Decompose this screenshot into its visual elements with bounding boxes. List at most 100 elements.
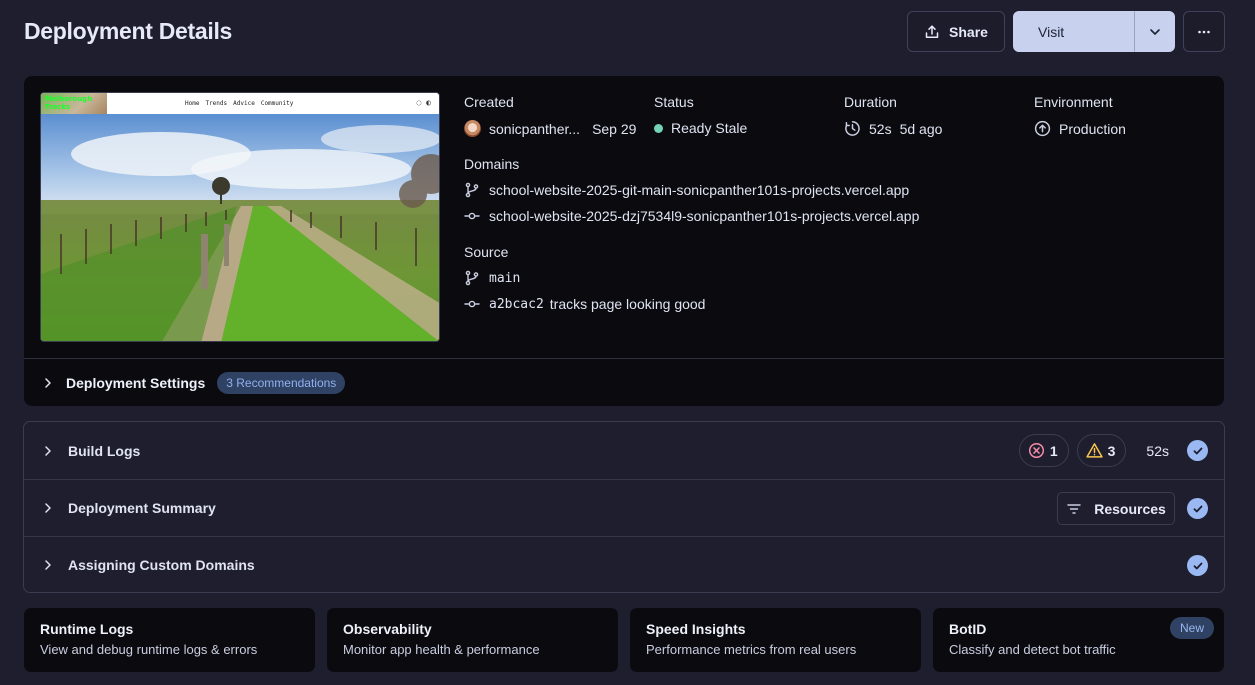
preview-navbar: Melborough Tracks Home Trends Advice Com… bbox=[41, 93, 439, 114]
more-options-button[interactable] bbox=[1183, 11, 1225, 52]
created-date: Sep 29 bbox=[592, 120, 637, 137]
domain-row[interactable]: school-website-2025-git-main-sonicpanthe… bbox=[464, 182, 1164, 198]
settings-title: Deployment Settings bbox=[66, 374, 206, 391]
duration-label: Duration bbox=[844, 94, 897, 110]
created-user[interactable]: sonicpanther... bbox=[489, 121, 580, 137]
card-desc: Performance metrics from real users bbox=[646, 642, 857, 657]
status-text: Ready Stale bbox=[671, 120, 748, 136]
build-logs-stats: 1 3 52s bbox=[1018, 422, 1208, 479]
build-duration: 52s bbox=[1146, 442, 1169, 459]
resources-button[interactable]: Resources bbox=[1057, 492, 1175, 525]
source-branch[interactable]: main bbox=[489, 271, 520, 286]
share-icon bbox=[925, 24, 939, 38]
error-count-badge[interactable]: 1 bbox=[1018, 434, 1069, 467]
assigning-domains-title: Assigning Custom Domains bbox=[68, 557, 255, 573]
share-label: Share bbox=[949, 23, 988, 40]
visit-dropdown-button[interactable] bbox=[1134, 11, 1175, 52]
chevron-down-icon bbox=[1149, 28, 1160, 35]
domain-row[interactable]: school-website-2025-dzj7534l9-sonicpanth… bbox=[464, 208, 1164, 224]
recommendations-badge[interactable]: 3 Recommendations bbox=[217, 371, 346, 394]
visit-button[interactable]: Visit bbox=[1013, 11, 1134, 52]
error-count: 1 bbox=[1049, 442, 1058, 459]
source-section: Source main a2bcac2 tracks page looking … bbox=[464, 244, 1164, 312]
source-branch-row[interactable]: main bbox=[464, 270, 1164, 286]
card-title: Runtime Logs bbox=[40, 621, 134, 637]
visit-label: Visit bbox=[1038, 23, 1065, 40]
resources-label: Resources bbox=[1094, 500, 1166, 517]
card-desc: View and debug runtime logs & errors bbox=[40, 642, 258, 657]
deployment-summary-title: Deployment Summary bbox=[68, 500, 216, 516]
git-commit-icon bbox=[464, 212, 480, 220]
assigning-domains-status bbox=[1187, 537, 1208, 594]
source-commit-row[interactable]: a2bcac2 tracks page looking good bbox=[464, 296, 1164, 312]
git-branch-icon bbox=[465, 182, 479, 198]
runtime-logs-card[interactable]: Runtime Logs View and debug runtime logs… bbox=[24, 608, 315, 672]
duration-text: 52s bbox=[869, 120, 892, 137]
environment-text: Production bbox=[1059, 120, 1126, 137]
domain-link[interactable]: school-website-2025-dzj7534l9-sonicpanth… bbox=[489, 208, 919, 224]
header-actions: Share Visit bbox=[907, 11, 1225, 52]
feature-cards: Runtime Logs View and debug runtime logs… bbox=[24, 608, 1224, 672]
visit-button-group: Visit bbox=[1013, 11, 1175, 52]
chevron-right-icon bbox=[45, 445, 51, 456]
deployment-settings-toggle[interactable]: Deployment Settings 3 Recommendations bbox=[24, 358, 1224, 406]
chevron-right-icon bbox=[45, 560, 51, 570]
card-desc: Monitor app health & performance bbox=[343, 642, 540, 657]
build-logs-title: Build Logs bbox=[68, 442, 141, 459]
warning-count-badge[interactable]: 3 bbox=[1076, 434, 1127, 467]
preview-nav-link: Advice bbox=[233, 100, 255, 107]
source-label: Source bbox=[464, 244, 509, 260]
new-badge: New bbox=[1169, 617, 1214, 639]
status-value: Ready Stale bbox=[654, 120, 844, 136]
card-title: Observability bbox=[343, 621, 432, 637]
commit-message: tracks page looking good bbox=[549, 296, 706, 312]
avatar[interactable] bbox=[464, 120, 481, 137]
observability-card[interactable]: Observability Monitor app health & perfo… bbox=[327, 608, 618, 672]
duration-value: 52s 5d ago bbox=[844, 120, 1034, 137]
preview-nav-links: Home Trends Advice Community bbox=[185, 100, 293, 107]
status-column: Status Ready Stale bbox=[654, 94, 844, 136]
check-circle-icon bbox=[1187, 440, 1208, 461]
duration-ago: 5d ago bbox=[899, 120, 943, 137]
git-commit-icon bbox=[464, 300, 480, 308]
domain-link[interactable]: school-website-2025-git-main-sonicpanthe… bbox=[489, 182, 909, 198]
domains-section: Domains school-website-2025-git-main-son… bbox=[464, 156, 1164, 224]
arrow-up-circle-icon bbox=[1034, 120, 1051, 137]
deployment-steps-list: Build Logs 1 3 52s Deployment Summary Re… bbox=[23, 421, 1225, 593]
timer-icon bbox=[845, 121, 860, 136]
build-logs-row[interactable]: Build Logs 1 3 52s bbox=[24, 422, 1224, 479]
commit-hash[interactable]: a2bcac2 bbox=[489, 297, 544, 312]
filter-icon bbox=[1067, 503, 1081, 514]
deployment-summary-actions: Resources bbox=[1057, 480, 1208, 537]
environment-label: Environment bbox=[1034, 94, 1113, 110]
status-label: Status bbox=[654, 94, 694, 110]
check-circle-icon bbox=[1187, 555, 1208, 576]
git-branch-icon bbox=[465, 270, 479, 286]
more-horizontal-icon bbox=[1198, 30, 1210, 33]
domains-label: Domains bbox=[464, 156, 520, 172]
created-label: Created bbox=[464, 94, 514, 110]
deployment-preview-image[interactable]: Melborough Tracks Home Trends Advice Com… bbox=[40, 92, 440, 342]
speed-insights-card[interactable]: Speed Insights Performance metrics from … bbox=[630, 608, 921, 672]
preview-nav-link: Trends bbox=[205, 100, 228, 107]
error-x-circle-icon bbox=[1028, 442, 1044, 459]
assigning-domains-row[interactable]: Assigning Custom Domains bbox=[24, 536, 1224, 593]
warning-triangle-icon bbox=[1085, 443, 1103, 458]
share-button[interactable]: Share bbox=[907, 11, 1005, 52]
environment-column: Environment Production bbox=[1034, 94, 1224, 137]
card-title: Speed Insights bbox=[646, 621, 746, 637]
preview-nav-link: Home bbox=[185, 100, 200, 107]
created-value: sonicpanther... Sep 29 bbox=[464, 120, 654, 137]
created-column: Created sonicpanther... Sep 29 bbox=[464, 94, 654, 137]
duration-column: Duration 52s 5d ago bbox=[844, 94, 1034, 137]
environment-value: Production bbox=[1034, 120, 1224, 137]
status-dot-icon bbox=[654, 123, 663, 133]
preview-theme-icons: ◌ ◐ bbox=[416, 98, 431, 107]
botid-card[interactable]: BotID Classify and detect bot traffic Ne… bbox=[933, 608, 1224, 672]
deployment-summary-row[interactable]: Deployment Summary Resources bbox=[24, 479, 1224, 536]
chevron-right-icon bbox=[45, 377, 51, 388]
page-title: Deployment Details bbox=[24, 18, 233, 44]
deployment-overview-card: Melborough Tracks Home Trends Advice Com… bbox=[24, 76, 1224, 406]
check-circle-icon bbox=[1187, 498, 1208, 519]
warning-count: 3 bbox=[1107, 442, 1116, 459]
